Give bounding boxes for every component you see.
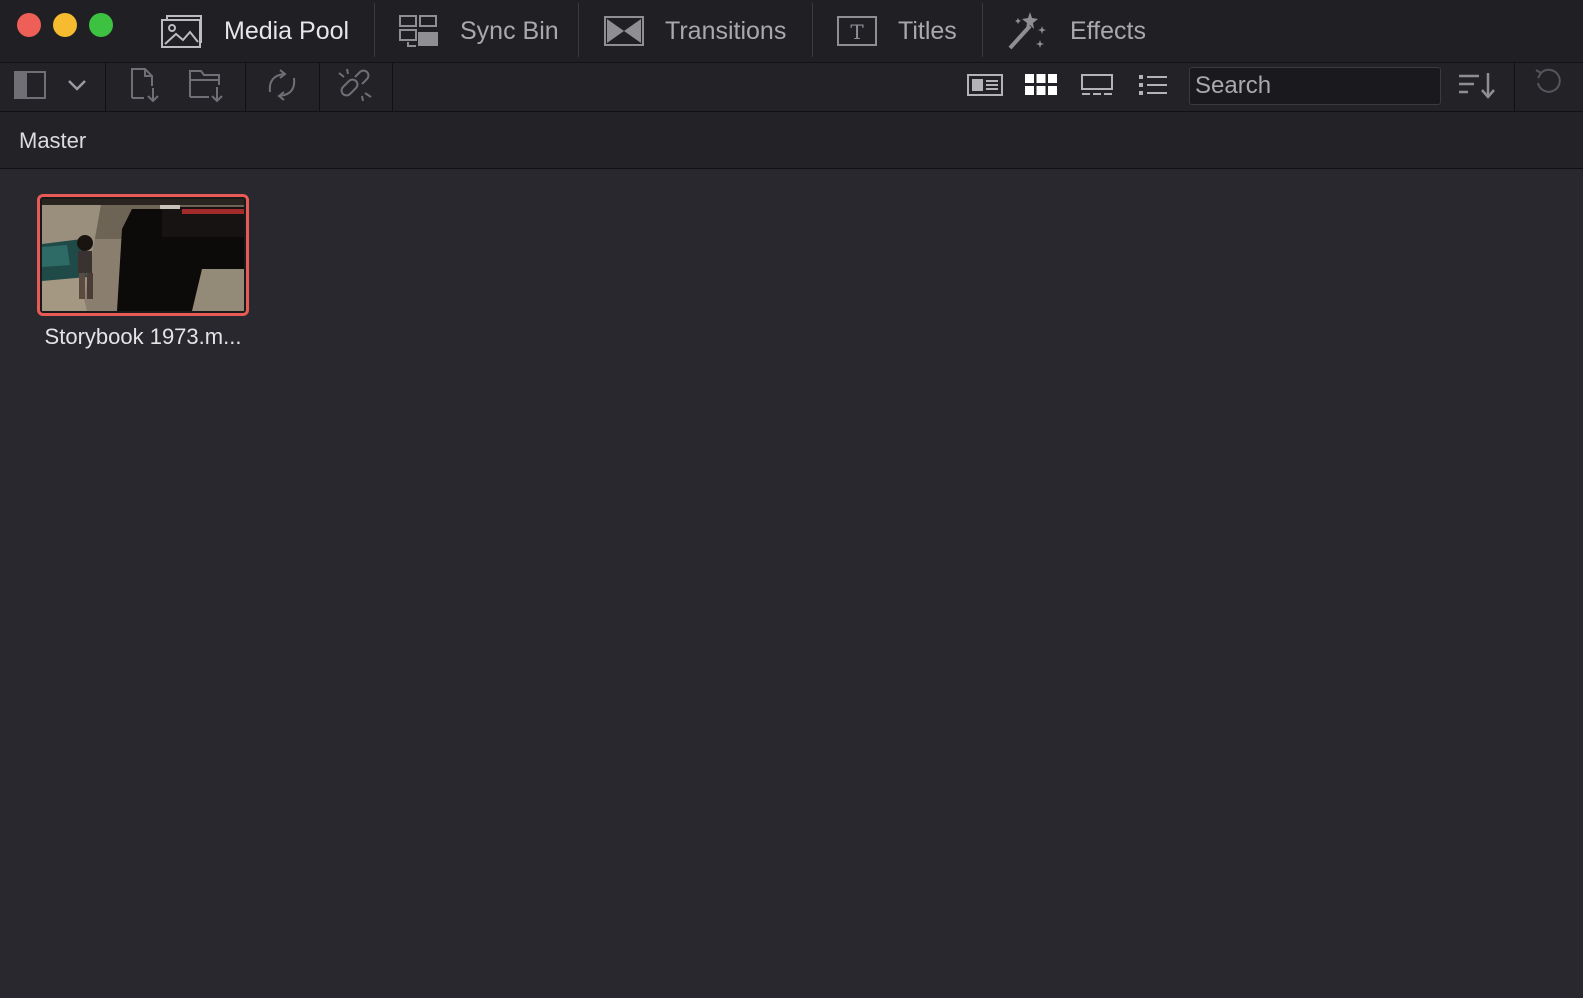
sidebar-toggle-icon: [14, 70, 46, 104]
sort-icon: [1457, 71, 1497, 104]
clip-name[interactable]: Storybook 1973.m...: [37, 324, 249, 350]
import-folder-button[interactable]: [186, 63, 226, 111]
breadcrumb: Master: [0, 112, 1583, 169]
import-folder-icon: [187, 67, 225, 108]
tab-divider: [812, 3, 813, 57]
tab-label: Titles: [898, 16, 957, 45]
tab-sync-bin[interactable]: Sync Bin: [398, 0, 559, 62]
thumbnail-view-icon: [1024, 73, 1058, 102]
search-input[interactable]: [1189, 67, 1441, 105]
refresh-icon: [1533, 66, 1563, 101]
svg-text:T: T: [850, 20, 864, 44]
sidebar-options-button[interactable]: [62, 63, 92, 111]
tab-bar: Media Pool Sync Bin Transitions T Titles…: [0, 0, 1583, 63]
sidebar-toggle-button[interactable]: [12, 63, 48, 111]
titles-icon: T: [836, 15, 878, 47]
toolbar: [0, 63, 1583, 112]
tab-divider: [578, 3, 579, 57]
metadata-view-icon: [967, 73, 1003, 101]
tab-effects[interactable]: Effects: [1006, 0, 1146, 62]
effects-icon: [1006, 10, 1050, 52]
list-view-button[interactable]: [1133, 63, 1173, 111]
media-pool-icon: [160, 14, 204, 48]
tab-transitions[interactable]: Transitions: [603, 0, 786, 62]
minimize-window-button[interactable]: [53, 13, 77, 37]
tab-label: Sync Bin: [460, 16, 559, 45]
tab-media-pool[interactable]: Media Pool: [160, 0, 349, 62]
unlink-icon: [335, 67, 375, 108]
media-pool-window: Media Pool Sync Bin Transitions T Titles…: [0, 0, 1583, 998]
toolbar-divider: [245, 63, 246, 111]
chevron-down-icon: [66, 78, 88, 97]
unlink-button[interactable]: [335, 63, 375, 111]
toolbar-divider: [392, 63, 393, 111]
tab-divider: [982, 3, 983, 57]
sort-button[interactable]: [1455, 63, 1499, 111]
zoom-window-button[interactable]: [89, 13, 113, 37]
tab-label: Transitions: [665, 16, 787, 45]
tab-label: Effects: [1070, 16, 1146, 45]
breadcrumb-current-bin[interactable]: Master: [19, 128, 86, 154]
relink-button[interactable]: [262, 63, 302, 111]
list-view-icon: [1137, 73, 1169, 102]
transitions-icon: [603, 15, 645, 47]
toolbar-divider: [1514, 63, 1515, 111]
refresh-button[interactable]: [1530, 63, 1566, 103]
tab-titles[interactable]: T Titles: [836, 0, 957, 62]
thumbnail-view-button[interactable]: [1022, 63, 1060, 111]
relink-icon: [264, 68, 300, 107]
clip-item[interactable]: Storybook 1973.m...: [37, 194, 249, 350]
clip-thumbnail[interactable]: [37, 194, 249, 316]
close-window-button[interactable]: [17, 13, 41, 37]
toolbar-divider: [105, 63, 106, 111]
tab-divider: [374, 3, 375, 57]
filmstrip-view-button[interactable]: [1077, 63, 1117, 111]
filmstrip-view-icon: [1080, 73, 1114, 102]
sync-bin-icon: [398, 14, 440, 48]
tab-label: Media Pool: [224, 16, 350, 45]
import-media-button[interactable]: [124, 63, 164, 111]
metadata-view-button[interactable]: [965, 63, 1005, 111]
import-media-icon: [127, 66, 161, 109]
clip-thumbnail-image: [42, 199, 244, 311]
toolbar-divider: [319, 63, 320, 111]
